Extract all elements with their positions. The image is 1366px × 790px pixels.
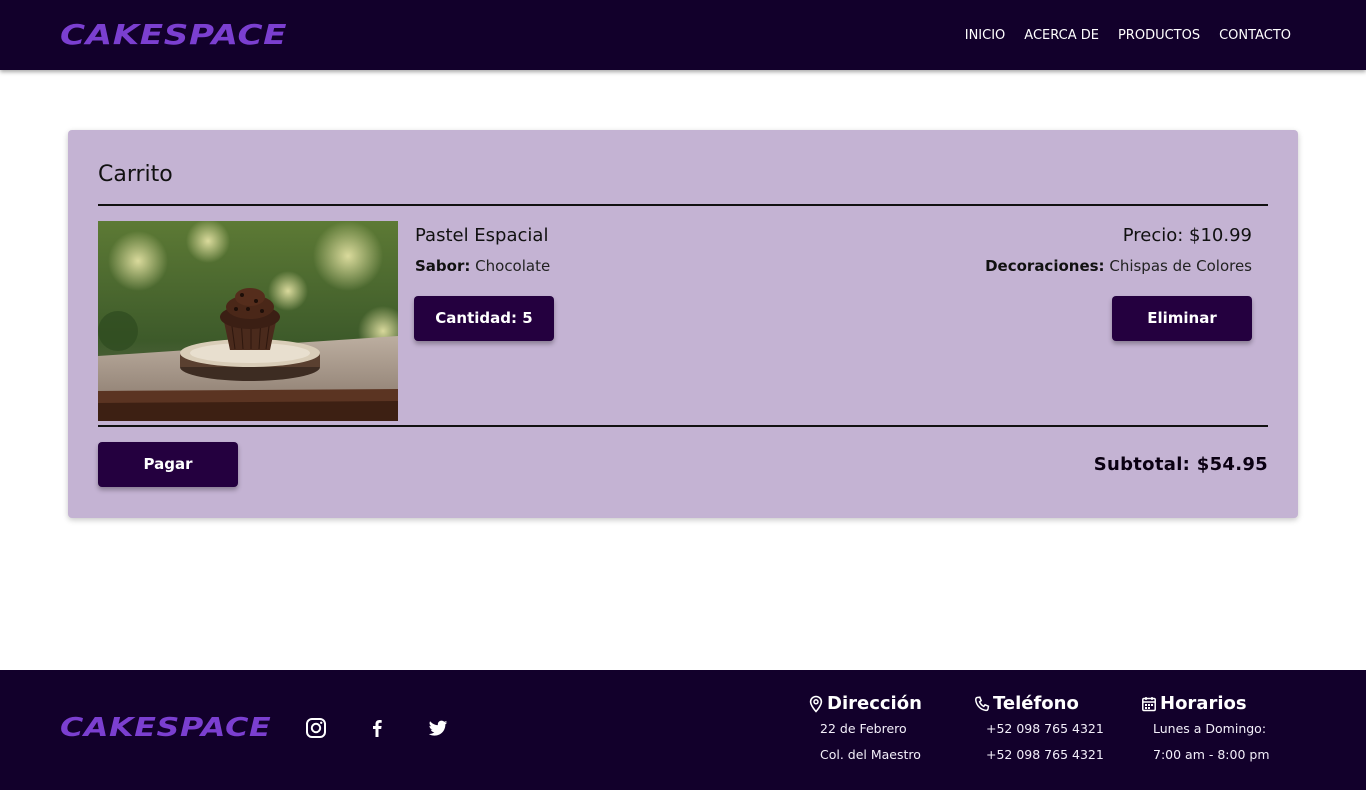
footer-hours: Horarios Lunes a Domingo: 7:00 am - 8:00… xyxy=(1141,692,1270,768)
hours-line-2: 7:00 am - 8:00 pm xyxy=(1153,747,1270,762)
hours-line-1: Lunes a Domingo: xyxy=(1153,721,1267,736)
divider-bottom xyxy=(98,425,1268,427)
nav-link-contacto[interactable]: CONTACTO xyxy=(1219,27,1291,45)
nav-link-inicio[interactable]: INICIO xyxy=(965,27,1006,45)
footer-phone: Teléfono +52 098 765 4321 +52 098 765 43… xyxy=(974,692,1104,768)
divider-top xyxy=(98,204,1268,206)
quantity-button[interactable]: Cantidad: 5 xyxy=(414,296,554,341)
location-pin-icon xyxy=(808,695,824,713)
twitter-icon[interactable] xyxy=(427,717,449,739)
nav-link-productos[interactable]: PRODUCTOS xyxy=(1118,27,1200,45)
product-flavor: Sabor: Chocolate xyxy=(415,256,550,276)
address-line-1: 22 de Febrero xyxy=(820,721,907,736)
instagram-icon[interactable] xyxy=(305,717,327,739)
footer-address: Dirección 22 de Febrero Col. del Maestro xyxy=(808,692,922,768)
brand-logo[interactable]: CAKESPACE xyxy=(60,16,287,54)
decorations-label: Decoraciones: xyxy=(985,257,1105,275)
cart-title: Carrito xyxy=(98,162,173,187)
product-name: Pastel Espacial xyxy=(415,225,549,246)
phone-title: Teléfono xyxy=(993,693,1079,714)
site-footer: CAKESPACE Dirección 22 de Febrero Col. d… xyxy=(0,670,1366,790)
phone-icon xyxy=(974,695,990,713)
footer-brand-logo[interactable]: CAKESPACE xyxy=(60,710,271,746)
phone-line-2[interactable]: +52 098 765 4321 xyxy=(974,742,1104,768)
top-navbar: CAKESPACE INICIO ACERCA DE PRODUCTOS CON… xyxy=(0,0,1366,70)
facebook-icon[interactable] xyxy=(366,717,388,739)
pay-button[interactable]: Pagar xyxy=(98,442,238,487)
product-price: Precio: $10.99 xyxy=(1122,225,1252,246)
nav-link-acerca-de[interactable]: ACERCA DE xyxy=(1024,27,1099,45)
cart-subtotal: Subtotal: $54.95 xyxy=(1093,454,1268,475)
hours-title: Horarios xyxy=(1160,693,1247,714)
main-nav: INICIO ACERCA DE PRODUCTOS CONTACTO xyxy=(965,27,1291,45)
product-decorations: Decoraciones: Chispas de Colores xyxy=(985,256,1252,276)
phone-line-1[interactable]: +52 098 765 4321 xyxy=(974,716,1104,742)
decorations-value: Chispas de Colores xyxy=(1109,257,1252,275)
cupcake-photo xyxy=(98,221,398,421)
calendar-icon xyxy=(1141,695,1157,713)
flavor-value: Chocolate xyxy=(475,257,551,275)
cart-card: Carrito Pastel Espacial Sabor: Chocolate… xyxy=(68,130,1298,518)
remove-item-button[interactable]: Eliminar xyxy=(1112,296,1252,341)
flavor-label: Sabor: xyxy=(415,257,471,275)
address-title: Dirección xyxy=(827,693,922,714)
address-line-2: Col. del Maestro xyxy=(820,747,921,762)
